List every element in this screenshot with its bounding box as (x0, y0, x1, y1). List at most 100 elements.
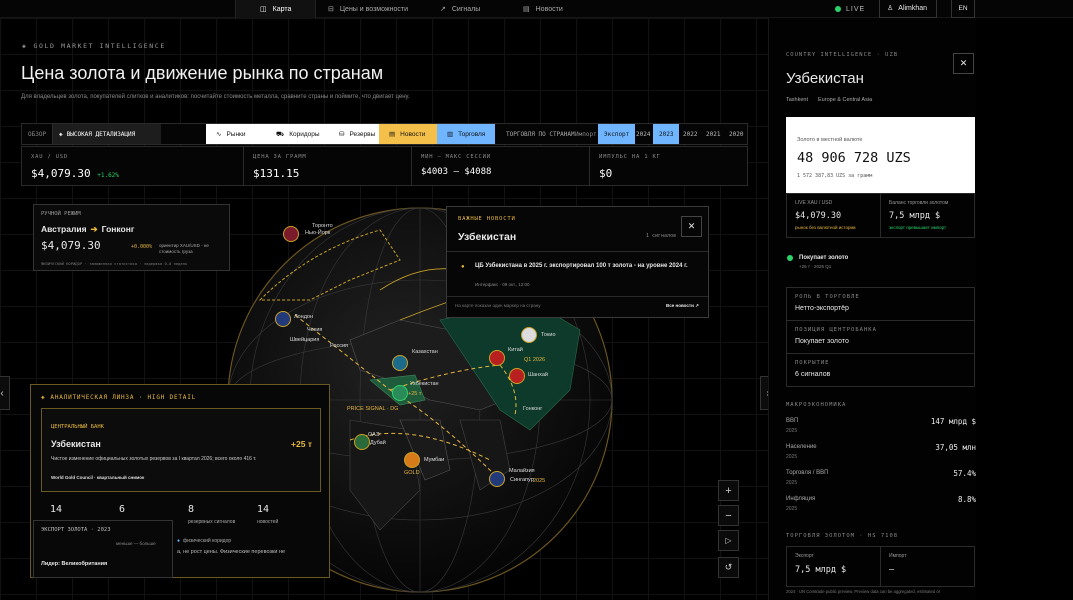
city-label: Гонконг (523, 406, 543, 412)
year-2023[interactable]: 2023 (653, 124, 680, 144)
marker-tokyo[interactable] (521, 327, 537, 343)
stat-xau: XAU / USD $4,079.30 +1.62% (22, 147, 244, 185)
city-label: Сингапур (510, 477, 534, 483)
news-card-label: ВАЖНЫЕ НОВОСТИ (458, 216, 516, 222)
city-label: Дубай (370, 440, 386, 446)
lens-count-label: новостей (257, 519, 279, 525)
import-value: — (889, 565, 895, 575)
lens-source: World Gold Council · квартальный снимок (51, 475, 145, 480)
zoom-out-button[interactable]: − (718, 505, 739, 526)
tab-signals[interactable]: ↗ Сигналы (440, 0, 480, 18)
map-tag: Q1 2026 (524, 357, 546, 363)
manual-footer: ФИЗИЧЕСКИЙ КОРИДОР · таможенная статисти… (41, 261, 188, 266)
tab-map[interactable]: ◫ Карта (235, 0, 316, 18)
marker-kazakhstan[interactable] (392, 355, 408, 371)
news-icon: ▤ (389, 131, 396, 138)
chart-icon: ⊟ (328, 6, 334, 13)
legend-dot-icon: ● (177, 538, 181, 544)
close-icon[interactable]: ✕ (953, 53, 974, 74)
macro-row: ВВП 147 млрд $2025 (786, 417, 976, 434)
layer-news[interactable]: ▤ Новости (379, 124, 437, 144)
country-capital: Tashkent (786, 97, 809, 103)
trade-box: Экспорт 7,5 млрд $ Импорт — (786, 546, 975, 587)
arrow-right-icon: ➔ (90, 224, 98, 234)
status-badge: Покупает золото (787, 255, 848, 261)
export-scale: меньше — больше (116, 541, 156, 546)
cover-value: 6 сигналов (795, 371, 831, 378)
country-region: Europe & Central Asia (818, 97, 873, 103)
layer-trade[interactable]: ▥ Торговля (437, 124, 495, 144)
layer-corridors[interactable]: ⛟ Коридоры (266, 124, 329, 144)
layer-reserves[interactable]: ⛁ Резервы (329, 124, 379, 144)
city-label: Мумбаи (424, 457, 445, 463)
marker-uzbekistan[interactable] (392, 385, 408, 401)
city-label: Чехия (307, 327, 323, 333)
stat-gram: ЦЕНА ЗА ГРАММ $131.15 (244, 147, 412, 185)
city-label: Лондон (294, 314, 314, 320)
tab-prices[interactable]: ⊟ Цены и возможности (328, 0, 408, 18)
lens-count: 14 (50, 504, 63, 515)
live-indicator: LIVE (835, 0, 865, 18)
all-news-link[interactable]: Все новости ↗ (666, 303, 699, 309)
map-tag: GOLD (404, 470, 420, 476)
play-icon[interactable]: ▷ (718, 530, 739, 551)
chevron-left-icon[interactable]: ‹ (0, 376, 10, 410)
role-value: Нетто-экспортёр (795, 305, 849, 312)
city-label: Казахстан (412, 349, 438, 355)
map-tag: 2025 (533, 478, 546, 484)
city-label: Нью-Йорк (305, 230, 331, 236)
macro-title: МАКРОЭКОНОМИКА (786, 402, 847, 408)
news-headline[interactable]: ЦБ Узбекистана в 2025 г. экспортировал 1… (475, 262, 695, 271)
country-eyebrow: COUNTRY INTELLIGENCE · UZB (786, 52, 899, 58)
page-eyebrow: ◈ GOLD MARKET INTELLIGENCE (22, 42, 166, 50)
layers-icon: ◈ (22, 42, 28, 50)
news-card: ВАЖНЫЕ НОВОСТИ Узбекистан 1 сигналов ✕ ●… (446, 206, 709, 318)
layer-markets[interactable]: ∿ Рынки (206, 124, 266, 144)
city-label: Токио (541, 332, 556, 338)
manual-price: $4,079.30 (41, 239, 101, 252)
language-button[interactable]: EN (951, 0, 975, 18)
manual-change: +0.000% (131, 244, 153, 250)
lens-tail-text: а, не рост цены. Физические перевозки не (177, 549, 286, 555)
user-button[interactable]: ♙ Alimkhan (879, 0, 937, 18)
city-label: Швейцария (290, 337, 320, 343)
macro-row: Торговля / ВВП 57.4% 2025 (786, 469, 976, 486)
trade-footnote: 2024 · UN Comtrade public preview. Previ… (786, 589, 941, 594)
marker-china[interactable] (489, 350, 505, 366)
macro-row: Инфляция 8.8% 2025 (786, 495, 976, 512)
city-label: Китай (508, 347, 523, 353)
year-2020[interactable]: 2020 (723, 124, 749, 144)
live-price: $4,079.30 (795, 211, 842, 221)
lens-text: Чистое изменение официальных золотых рез… (51, 456, 257, 462)
overview-toggle[interactable]: ОБЗОР (22, 124, 53, 144)
news-card-count: 1 сигналов (646, 233, 677, 239)
map-controls: ОБЗОР ◈ ВЫСОКАЯ ДЕТАЛИЗАЦИЯ ∿ Рынки ⛟ Корид… (21, 123, 748, 145)
layers-icon: ◈ (41, 394, 46, 401)
zoom-in-button[interactable]: + (718, 480, 739, 501)
marker-newyork[interactable] (283, 226, 299, 242)
detail-toggle[interactable]: ◈ ВЫСОКАЯ ДЕТАЛИЗАЦИЯ (53, 124, 161, 144)
manual-mode-card[interactable]: РУЧНОЙ РЕЖИМ Австралия ➔ Гонконг $4,079.30… (33, 204, 230, 271)
page-subtitle: Для владельцев золота, покупателей слитк… (21, 94, 410, 100)
layers-icon: ◈ (59, 130, 63, 138)
marker-shanghai[interactable] (509, 368, 525, 384)
top-nav: ◫ Карта ⊟ Цены и возможности ↗ Сигналы ▤ Нов… (0, 0, 1073, 18)
city-label: ОАЭ (368, 432, 380, 438)
marker-malaysia[interactable] (489, 471, 505, 487)
marker-london[interactable] (275, 311, 291, 327)
manual-mode-label: РУЧНОЙ РЕЖИМ (41, 211, 81, 217)
local-currency-card: Золото в местной валюте 48 906 728 UZS 1… (786, 117, 975, 193)
tab-news[interactable]: ▤ Новости (523, 0, 563, 18)
database-icon: ⛁ (339, 131, 345, 138)
map-icon: ◫ (260, 6, 267, 13)
marker-mumbai[interactable] (404, 452, 420, 468)
city-label: Россия (330, 343, 349, 349)
news-meta: Интерфакс · 09 окт., 12:00 (475, 282, 530, 287)
reset-icon[interactable]: ↺ (718, 557, 739, 578)
trade-title: ТОРГОВЛЯ ЗОЛОТОМ · HS 7108 (786, 533, 899, 539)
city-label: Шанхай (528, 372, 548, 378)
manual-route: Австралия ➔ Гонконг (41, 224, 135, 234)
lens-central-bank: ЦЕНТРАЛЬНЫЙ БАНК Узбекистан +25 т Чистое… (41, 408, 321, 492)
close-icon[interactable]: ✕ (681, 216, 702, 237)
local-value: 48 906 728 UZS (797, 150, 911, 166)
